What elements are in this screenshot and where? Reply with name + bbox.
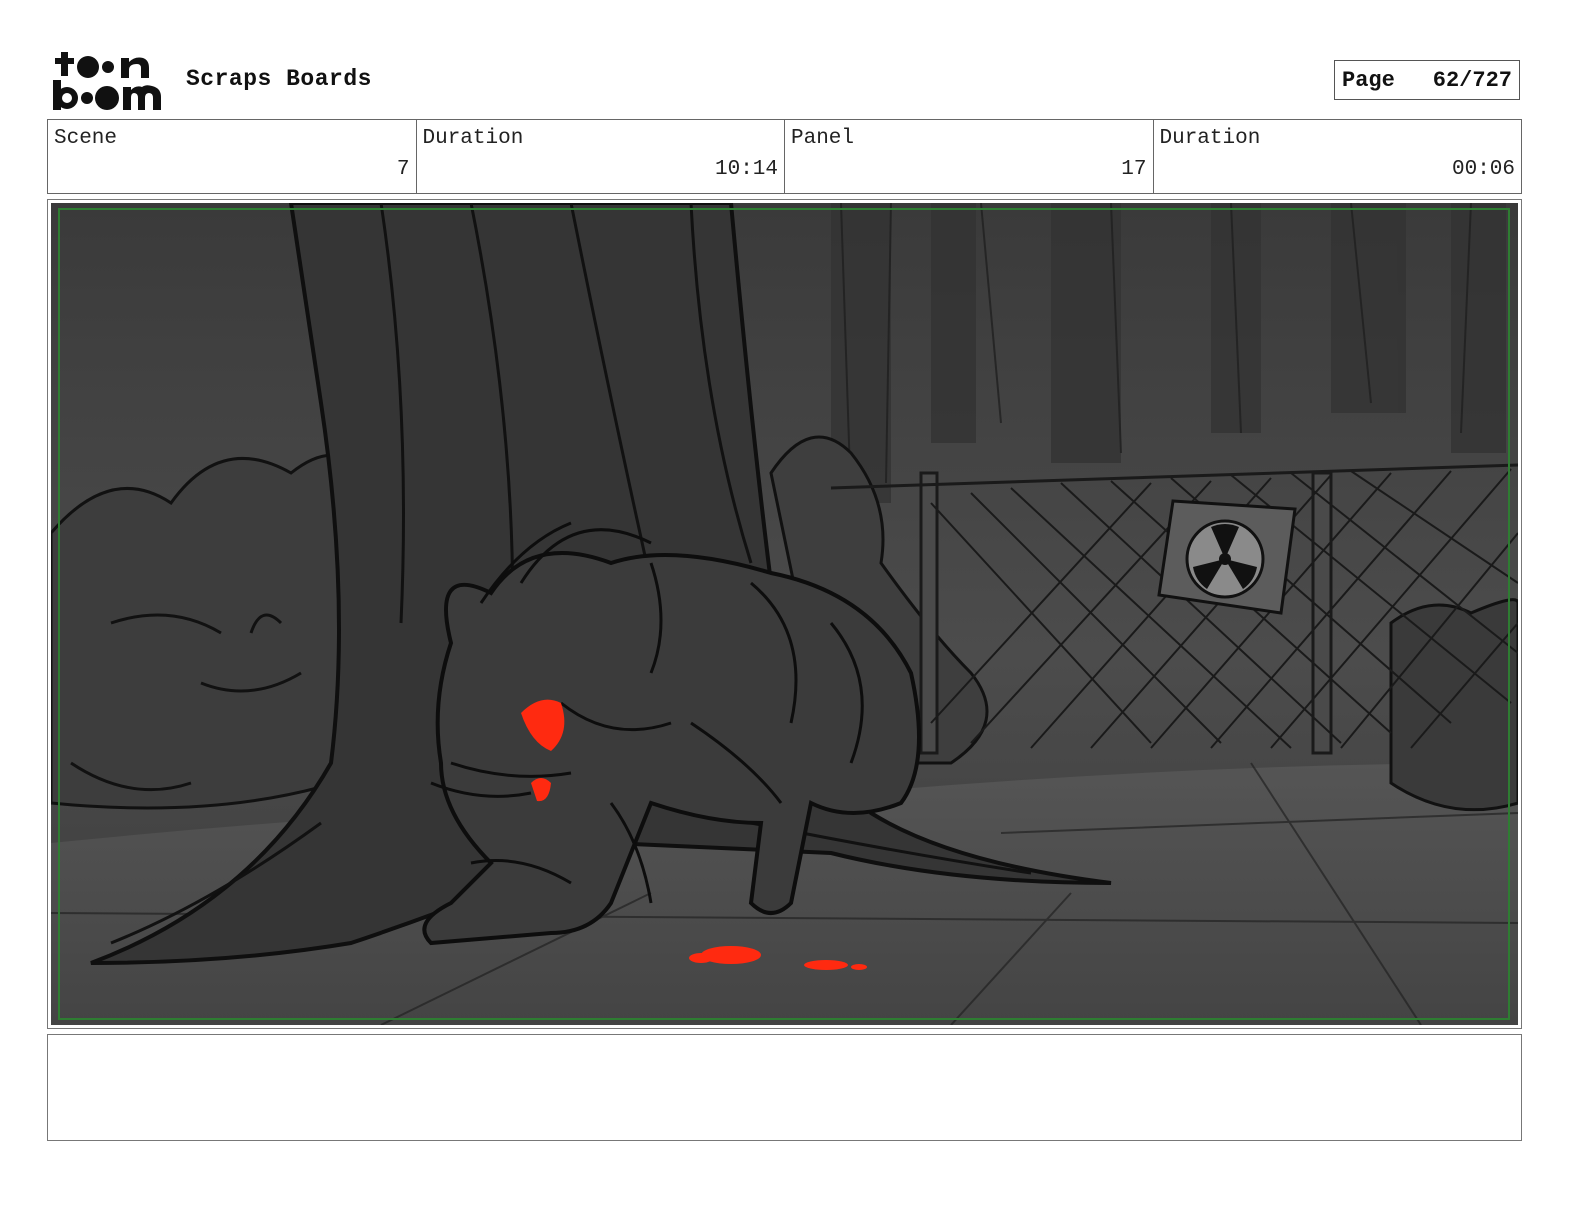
scene-label: Scene [54, 127, 118, 150]
panel-notes-box [47, 1034, 1522, 1141]
scene-duration-label: Duration [422, 127, 524, 150]
page-label: Page [1342, 67, 1395, 93]
panel-duration-value: 00:06 [1451, 158, 1515, 181]
panel-duration-label: Duration [1159, 127, 1261, 150]
radiation-sign-icon [1157, 499, 1297, 615]
page-indicator: Page 62/727 [1334, 60, 1520, 100]
panel-value: 17 [1121, 158, 1147, 181]
project-title: Scraps Boards [186, 66, 372, 92]
panel-cell: Panel 17 [785, 120, 1154, 193]
panel-duration-cell: Duration 00:06 [1154, 120, 1522, 193]
panel-label: Panel [791, 127, 855, 150]
toonboom-logo [53, 52, 161, 110]
scene-duration-value: 10:14 [714, 158, 778, 181]
scene-duration-cell: Duration 10:14 [417, 120, 785, 193]
scene-cell: Scene 7 [48, 120, 417, 193]
storyboard-panel-image [51, 203, 1518, 1025]
page-number: 62/727 [1432, 67, 1512, 93]
scene-value: 7 [396, 158, 410, 181]
info-row: Scene 7 Duration 10:14 Panel 17 Duration… [47, 119, 1522, 194]
